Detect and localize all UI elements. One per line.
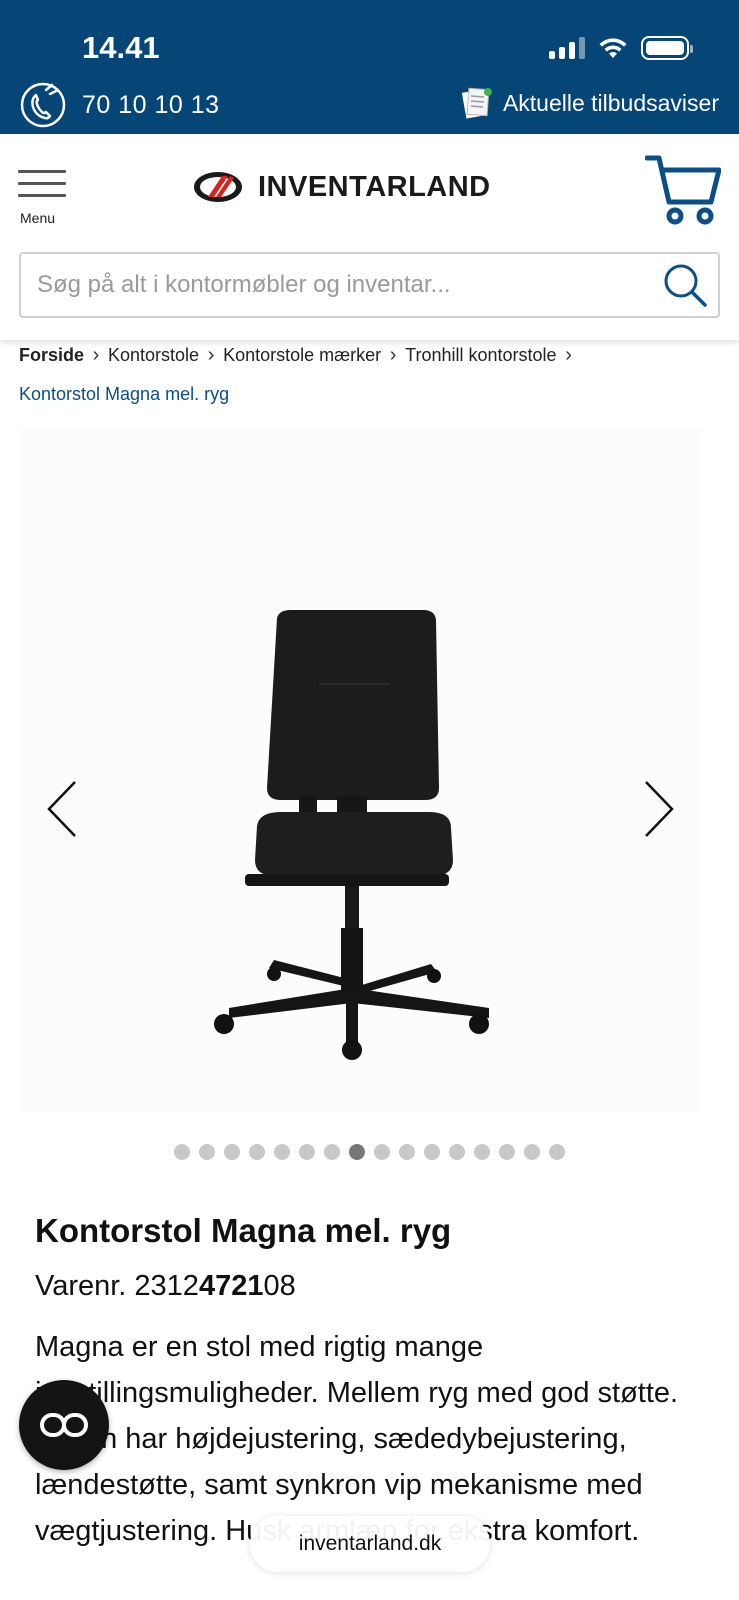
chat-button[interactable] <box>19 1380 109 1470</box>
carousel-dot[interactable] <box>374 1144 390 1160</box>
chevron-right-icon: › <box>207 343 215 366</box>
carousel-dots <box>0 1144 739 1160</box>
carousel-dot[interactable] <box>199 1144 215 1160</box>
wifi-icon <box>599 38 627 58</box>
offers-label: Aktuelle tilbudsaviser <box>502 89 719 116</box>
status-time: 14.41 <box>82 30 160 65</box>
menu-label: Menu <box>20 210 56 226</box>
carousel-dot[interactable] <box>174 1144 190 1160</box>
phone-link[interactable]: 70 10 10 13 <box>18 82 220 128</box>
sku-highlight: 4721 <box>198 1270 264 1302</box>
battery-icon <box>641 36 693 60</box>
breadcrumb-item-kontorstole[interactable]: Kontorstole <box>108 345 199 366</box>
breadcrumb-item-tronhill[interactable]: Tronhill kontorstole <box>405 345 556 366</box>
sku-suffix: 08 <box>263 1270 296 1302</box>
search-box <box>19 252 720 318</box>
chevron-right-icon: › <box>565 343 572 366</box>
carousel-dot[interactable] <box>249 1144 265 1160</box>
logo-mark-icon <box>194 172 242 202</box>
carousel-dot[interactable] <box>224 1144 240 1160</box>
menu-button[interactable] <box>18 170 66 206</box>
phone-number: 70 10 10 13 <box>82 90 220 119</box>
carousel-dot[interactable] <box>499 1144 515 1160</box>
status-icons <box>549 34 693 62</box>
chevron-right-icon: › <box>92 343 100 366</box>
site-header: Menu INVENTARLAND <box>0 134 739 340</box>
chevron-right-icon: › <box>389 343 397 366</box>
carousel-dot[interactable] <box>349 1144 365 1160</box>
breadcrumb-item-maerker[interactable]: Kontorstole mærker <box>223 345 381 366</box>
chevron-left-icon[interactable] <box>43 778 79 840</box>
carousel-dot[interactable] <box>449 1144 465 1160</box>
signal-icon <box>549 37 585 59</box>
logo[interactable]: INVENTARLAND <box>192 170 491 204</box>
breadcrumb: Forside › Kontorstole › Kontorstole mærk… <box>19 340 719 405</box>
logo-text: INVENTARLAND <box>258 170 491 203</box>
carousel-dot[interactable] <box>474 1144 490 1160</box>
chevron-right-icon[interactable] <box>642 778 678 840</box>
product-image <box>214 610 489 1060</box>
carousel-dot[interactable] <box>424 1144 440 1160</box>
carousel-dot[interactable] <box>299 1144 315 1160</box>
product-gallery <box>19 428 702 1112</box>
product-title: Kontorstol Magna mel. ryg <box>35 1212 452 1249</box>
carousel-dot[interactable] <box>324 1144 340 1160</box>
breadcrumb-item-forside[interactable]: Forside <box>19 345 84 366</box>
carousel-dot[interactable] <box>399 1144 415 1160</box>
offers-link[interactable]: Aktuelle tilbudsaviser <box>461 86 719 120</box>
sku-label: Varenr. <box>35 1270 127 1302</box>
search-input[interactable] <box>21 254 631 316</box>
carousel-dot[interactable] <box>549 1144 565 1160</box>
cart-icon[interactable] <box>645 154 721 226</box>
carousel-dot[interactable] <box>524 1144 540 1160</box>
search-icon[interactable] <box>662 262 708 308</box>
breadcrumb-current[interactable]: Kontorstol Magna mel. ryg <box>19 384 719 405</box>
sku-prefix: 2312 <box>134 1270 199 1302</box>
phone-icon <box>20 82 66 128</box>
newspaper-icon <box>461 87 492 119</box>
browser-url[interactable]: inventarland.dk <box>250 1516 490 1572</box>
chat-icon <box>40 1413 88 1437</box>
carousel-dot[interactable] <box>274 1144 290 1160</box>
top-bar: 14.41 70 10 10 13 Aktuelle tilbudsaviser <box>0 0 739 134</box>
product-sku: Varenr. 2312472108 <box>35 1270 296 1303</box>
